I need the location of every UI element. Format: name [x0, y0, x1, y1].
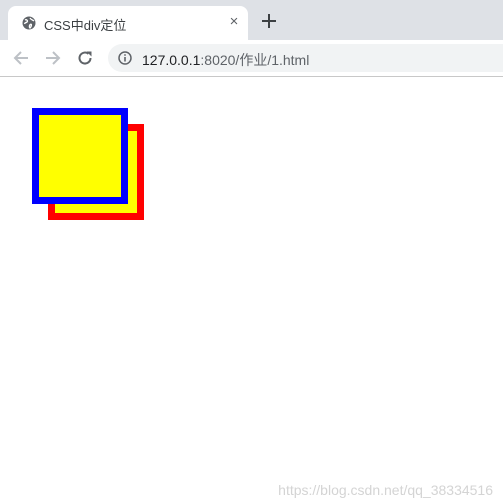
back-arrow-icon[interactable] [12, 49, 30, 67]
url-host: 127.0.0.1 [142, 52, 201, 68]
browser-tab[interactable]: CSS中div定位 × [8, 6, 248, 40]
reload-icon[interactable] [76, 49, 94, 67]
address-bar[interactable]: 127.0.0.1:8020/作业/1.html [108, 44, 503, 72]
url-path: :8020/作业/1.html [200, 52, 310, 68]
close-tab-icon[interactable]: × [226, 14, 242, 30]
page-viewport: https://blog.csdn.net/qq_38334516 [0, 77, 503, 504]
globe-icon [22, 16, 36, 30]
new-tab-icon[interactable] [260, 12, 278, 30]
watermark: https://blog.csdn.net/qq_38334516 [278, 482, 493, 498]
tab-title: CSS中div定位 [44, 18, 127, 33]
forward-arrow-icon[interactable] [44, 49, 62, 67]
info-icon[interactable] [118, 51, 132, 65]
url-text[interactable]: 127.0.0.1:8020/作业/1.html [142, 50, 309, 70]
toolbar: 127.0.0.1:8020/作业/1.html [0, 40, 503, 77]
tab-strip: CSS中div定位 × [0, 0, 503, 40]
blue-bordered-box [32, 108, 128, 204]
